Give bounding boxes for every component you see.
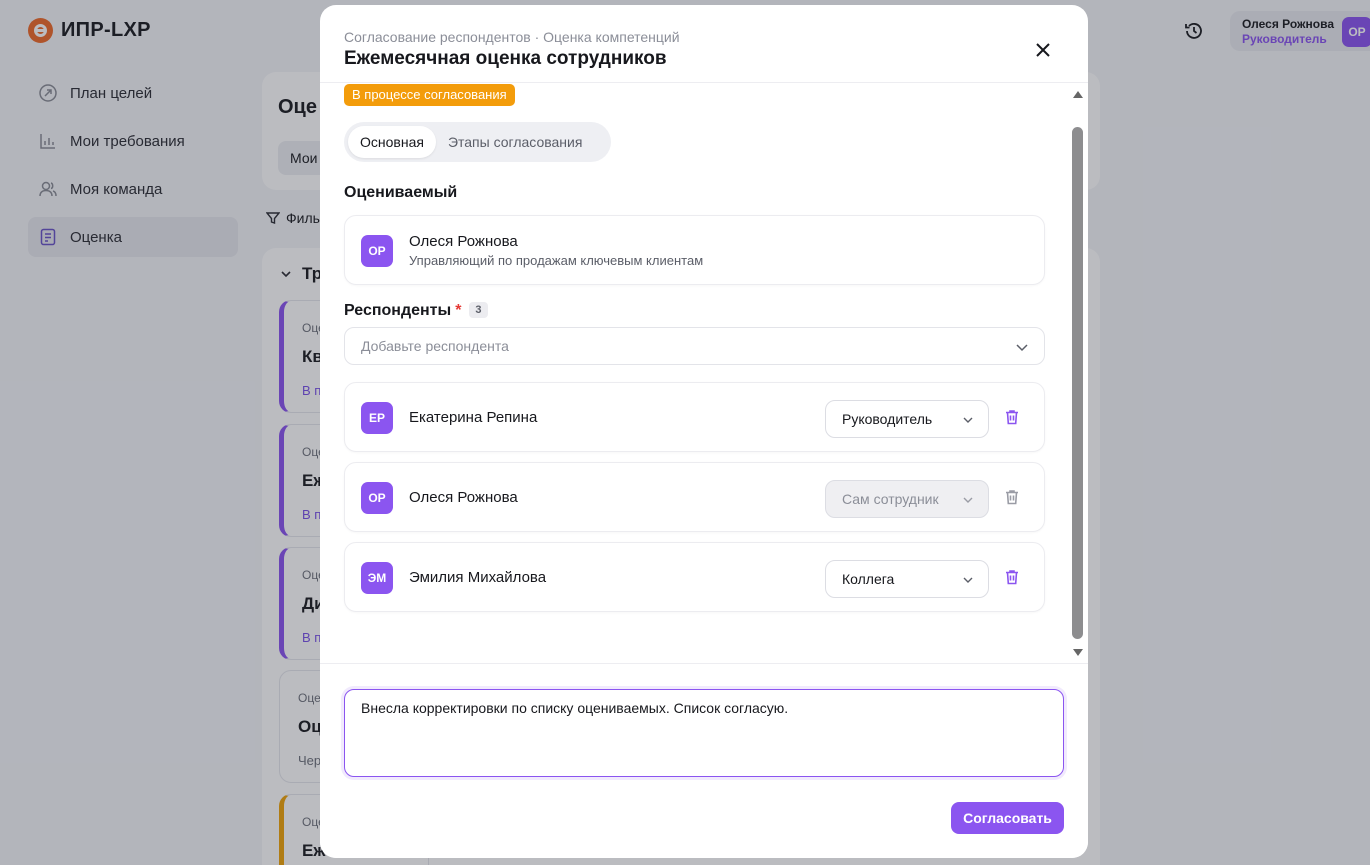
evaluated-position: Управляющий по продажам ключевым клиента… [409, 253, 704, 268]
respondent-role-select[interactable]: Коллега [825, 560, 989, 598]
avatar: ЕР [361, 402, 393, 434]
evaluated-card: ОР Олеся Рожнова Управляющий по продажам… [344, 215, 1045, 285]
respondent-name: Эмилия Михайлова [409, 569, 547, 586]
close-icon[interactable] [1032, 39, 1054, 61]
avatar: ОР [361, 482, 393, 514]
modal-footer: Внесла корректировки по списку оцениваем… [320, 663, 1088, 858]
trash-icon [1006, 490, 1018, 505]
respondents-title-text: Респонденты [344, 302, 452, 319]
avatar: ОР [361, 235, 393, 267]
approve-button[interactable]: Согласовать [951, 802, 1064, 834]
add-respondent-select[interactable]: Добавьте респондента [344, 327, 1045, 365]
respondents-count-badge: 3 [469, 302, 488, 318]
chevron-down-icon [1016, 344, 1028, 352]
required-mark: * [455, 302, 462, 319]
respondent-role-select[interactable]: Руководитель [825, 400, 989, 438]
trash-icon[interactable] [1003, 408, 1021, 426]
role-select-value: Руководитель [842, 411, 933, 427]
modal-header: Согласование респондентов · Оценка компе… [320, 5, 1088, 83]
role-select-value: Коллега [842, 571, 895, 587]
role-select-value: Сам сотрудник [842, 491, 939, 507]
respondent-name: Екатерина Репина [409, 409, 538, 426]
modal-tabs: Основная Этапы согласования [344, 122, 611, 162]
respondent-row: ОР Олеся Рожнова Сам сотрудник [344, 462, 1045, 532]
evaluated-section-title: Оцениваемый [344, 184, 458, 201]
respondent-name: Олеся Рожнова [409, 489, 518, 506]
tab-approval-stages[interactable]: Этапы согласования [436, 126, 594, 158]
respondent-row: ЭМ Эмилия Михайлова Коллега [344, 542, 1045, 612]
modal-subtitle: Согласование респондентов · Оценка компе… [344, 29, 680, 45]
tab-main[interactable]: Основная [348, 126, 436, 158]
approval-modal: Согласование респондентов · Оценка компе… [320, 5, 1088, 858]
modal-body: В процессе согласования Основная Этапы с… [320, 83, 1088, 663]
evaluated-name: Олеся Рожнова [409, 233, 518, 250]
comment-textarea[interactable]: Внесла корректировки по списку оцениваем… [344, 689, 1064, 777]
avatar: ЭМ [361, 562, 393, 594]
chevron-down-icon [963, 497, 973, 503]
trash-icon[interactable] [1003, 568, 1021, 586]
modal-title: Ежемесячная оценка сотрудников [344, 48, 667, 69]
scroll-down-arrow-icon[interactable] [1072, 648, 1084, 658]
respondents-section-title: Респонденты * 3 [344, 302, 488, 320]
chevron-down-icon [963, 577, 973, 583]
respondent-role-select: Сам сотрудник [825, 480, 989, 518]
scrollbar-thumb[interactable] [1072, 127, 1083, 639]
respondent-row: ЕР Екатерина Репина Руководитель [344, 382, 1045, 452]
scroll-up-arrow-icon[interactable] [1072, 89, 1084, 99]
chevron-down-icon [963, 417, 973, 423]
add-respondent-placeholder: Добавьте респондента [361, 338, 509, 354]
status-badge: В процессе согласования [344, 84, 515, 106]
